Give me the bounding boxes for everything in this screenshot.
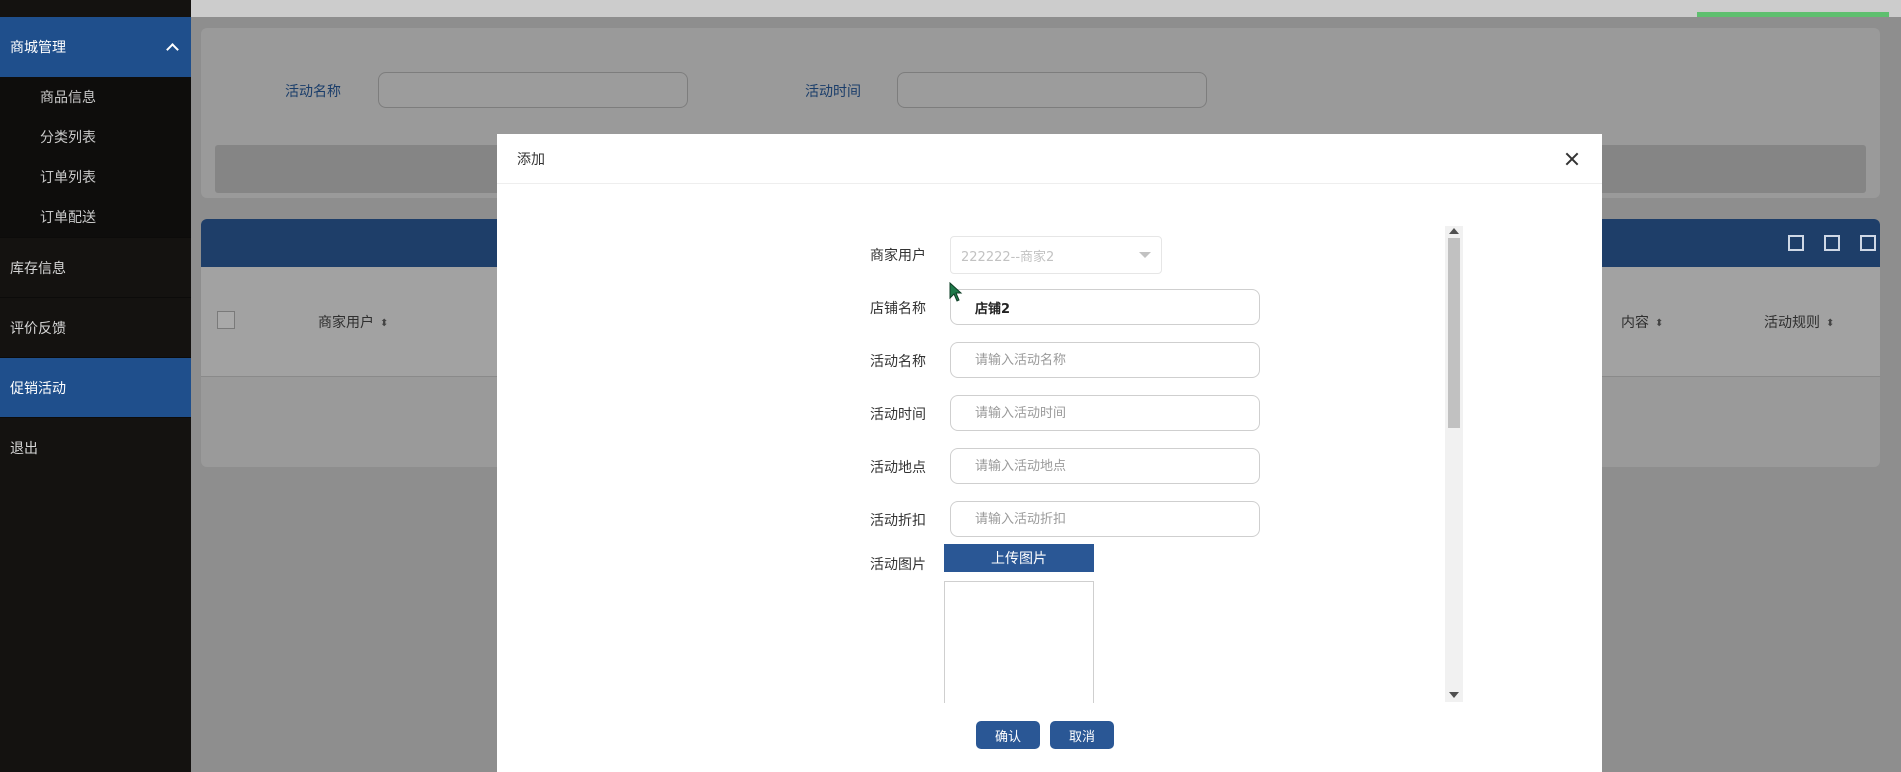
column-header-activity-rules[interactable]: 活动规则 ⬍ [1764,312,1834,332]
scroll-up-icon[interactable] [1449,228,1459,234]
column-header-label: 活动规则 [1764,315,1820,331]
dialog-header: 添加 [497,134,1602,184]
sort-icon: ⬍ [380,317,389,329]
activity-time-search-label: 活动时间 [805,84,861,100]
upload-image-button[interactable]: 上传图片 [944,544,1094,572]
activity-discount-input[interactable] [950,501,1260,537]
sidebar-item-label: 商品信息 [40,90,96,106]
sort-icon: ⬍ [1826,317,1835,329]
activity-name-search-input[interactable] [378,72,688,108]
sidebar-item-label: 评价反馈 [10,320,66,337]
print-icon[interactable] [1860,235,1876,251]
scroll-thumb[interactable] [1448,238,1460,428]
sidebar: 商城管理 商品信息 分类列表 订单列表 订单配送 库存信息 评价反馈 促销活动 … [0,0,191,772]
column-header-content[interactable]: 内容 ⬍ [1621,312,1663,332]
sidebar-item-label: 促销活动 [10,380,66,397]
sidebar-item-order-delivery[interactable]: 订单配送 [0,197,191,237]
activity-time-input[interactable] [950,395,1260,431]
scroll-down-icon[interactable] [1449,692,1459,698]
sidebar-item-product-info[interactable]: 商品信息 [0,77,191,117]
export-icon[interactable] [1824,235,1840,251]
sidebar-item-promotions[interactable]: 促销活动 [0,357,191,417]
sidebar-item-category-list[interactable]: 分类列表 [0,117,191,157]
progress-indicator [1697,12,1889,17]
top-header [191,0,1901,17]
activity-name-search-label: 活动名称 [285,84,341,100]
confirm-button[interactable]: 确认 [976,721,1040,749]
activity-time-label: 活动时间 [870,407,926,423]
sidebar-item-label: 分类列表 [40,130,96,146]
activity-name-input[interactable] [950,342,1260,378]
sidebar-top [0,0,191,17]
sidebar-submenu: 商品信息 分类列表 订单列表 订单配送 [0,77,191,237]
merchant-user-label: 商家用户 [870,248,926,264]
chevron-down-icon [1139,252,1151,258]
sidebar-item-feedback[interactable]: 评价反馈 [0,297,191,357]
form-scrollbar[interactable] [1445,226,1463,702]
shop-name-input[interactable] [950,289,1260,325]
merchant-user-value: 222222--商家2 [961,249,1055,265]
activity-time-search-input[interactable] [897,72,1207,108]
sidebar-item-label: 退出 [10,440,38,457]
add-dialog: 添加 商家用户 222222--商家2 店铺名称 活动名称 活动时间 活动地点 … [497,134,1602,772]
close-icon[interactable] [1562,149,1582,169]
activity-location-label: 活动地点 [870,460,926,476]
dialog-title: 添加 [517,151,545,168]
sidebar-item-logout[interactable]: 退出 [0,417,191,477]
activity-image-label: 活动图片 [870,557,926,573]
shop-name-label: 店铺名称 [870,301,926,317]
sidebar-group-mall-management[interactable]: 商城管理 [0,17,191,77]
activity-location-input[interactable] [950,448,1260,484]
chevron-up-icon [165,40,179,54]
sidebar-item-inventory[interactable]: 库存信息 [0,237,191,297]
sidebar-item-label: 库存信息 [10,260,66,277]
merchant-user-select[interactable]: 222222--商家2 [950,236,1162,274]
dialog-form: 商家用户 222222--商家2 店铺名称 活动名称 活动时间 活动地点 活动折… [497,184,1602,703]
grid-icon[interactable] [1788,235,1804,251]
sort-icon: ⬍ [1655,317,1664,329]
sidebar-item-label: 订单列表 [40,170,96,186]
column-header-label: 商家用户 [318,315,374,331]
sidebar-item-order-list[interactable]: 订单列表 [0,157,191,197]
activity-name-label: 活动名称 [870,354,926,370]
image-preview [944,581,1094,703]
mouse-cursor-icon [949,281,963,306]
sidebar-item-label: 订单配送 [40,210,96,226]
column-header-merchant-user[interactable]: 商家用户 ⬍ [318,312,388,332]
sidebar-menu: 商城管理 商品信息 分类列表 订单列表 订单配送 库存信息 评价反馈 促销活动 … [0,17,191,477]
cancel-button[interactable]: 取消 [1050,721,1114,749]
select-all-checkbox[interactable] [217,311,235,329]
column-header-label: 内容 [1621,315,1649,331]
sidebar-group-label: 商城管理 [10,40,66,56]
activity-discount-label: 活动折扣 [870,513,926,529]
dialog-footer: 确认 取消 [497,721,1602,761]
